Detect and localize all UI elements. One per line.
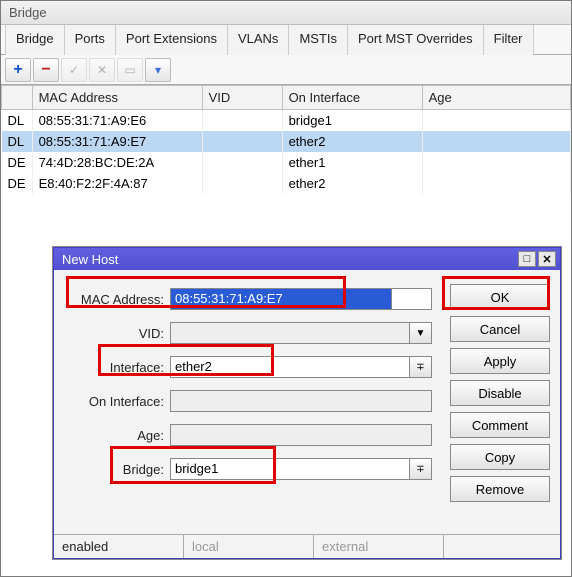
window-title: Bridge: [1, 1, 571, 25]
comment-button[interactable]: Comment: [450, 412, 550, 438]
triangle-down-icon: ▼: [416, 328, 426, 339]
toolbar: + − ✓ ✕ ▭ ▾: [1, 55, 571, 85]
tab-portext[interactable]: Port Extensions: [116, 25, 228, 55]
cell-oni: ether2: [282, 131, 422, 152]
col-flag[interactable]: [2, 86, 33, 110]
interface-dropdown[interactable]: ∓: [410, 356, 432, 378]
mac-input[interactable]: 08:55:31:71:A9:E7: [170, 288, 392, 310]
age-input: [170, 424, 432, 446]
dialog-statusbar: enabled local external: [54, 534, 560, 558]
cell-vid: [202, 110, 282, 132]
cell-mac: 08:55:31:71:A9:E6: [32, 110, 202, 132]
close-icon: ✕: [542, 253, 551, 266]
bridge-label: Bridge:: [64, 462, 164, 477]
minus-icon: −: [41, 61, 50, 79]
cell-mac: E8:40:F2:2F:4A:87: [32, 173, 202, 194]
col-age[interactable]: Age: [422, 86, 570, 110]
enable-button[interactable]: ✓: [61, 58, 87, 82]
vid-input[interactable]: [170, 322, 410, 344]
filter-button[interactable]: ▾: [145, 58, 171, 82]
ok-button[interactable]: OK: [450, 284, 550, 310]
cancel-button[interactable]: Cancel: [450, 316, 550, 342]
dialog-titlebar[interactable]: New Host □ ✕: [54, 248, 560, 270]
chevron-down-icon: ∓: [416, 362, 424, 373]
cell-flag: DL: [2, 110, 33, 132]
table-row[interactable]: DL 08:55:31:71:A9:E7 ether2: [2, 131, 571, 152]
vid-label: VID:: [64, 326, 164, 341]
disable-button[interactable]: ✕: [89, 58, 115, 82]
cell-mac: 74:4D:28:BC:DE:2A: [32, 152, 202, 173]
interface-label: Interface:: [64, 360, 164, 375]
check-icon: ✓: [69, 63, 79, 77]
remove-button[interactable]: −: [33, 58, 59, 82]
chevron-down-icon: ∓: [416, 464, 424, 475]
tab-bridge[interactable]: Bridge: [5, 25, 65, 55]
cell-age: [422, 173, 570, 194]
comment-button[interactable]: ▭: [117, 58, 143, 82]
oninterface-input: [170, 390, 432, 412]
cell-vid: [202, 131, 282, 152]
col-oni[interactable]: On Interface: [282, 86, 422, 110]
table-header: MAC Address VID On Interface Age: [2, 86, 571, 110]
cell-oni: bridge1: [282, 110, 422, 132]
oninterface-label: On Interface:: [64, 394, 164, 409]
tab-mstis[interactable]: MSTIs: [289, 25, 348, 55]
tab-filter[interactable]: Filter: [484, 25, 534, 55]
cell-age: [422, 131, 570, 152]
add-button[interactable]: +: [5, 58, 31, 82]
remove-button[interactable]: Remove: [450, 476, 550, 502]
mac-suffix[interactable]: [392, 288, 432, 310]
dialog-buttons: OK Cancel Apply Disable Comment Copy Rem…: [450, 284, 550, 514]
col-mac[interactable]: MAC Address: [32, 86, 202, 110]
interface-input[interactable]: ether2: [170, 356, 410, 378]
tab-pmstov[interactable]: Port MST Overrides: [348, 25, 484, 55]
dialog-form: MAC Address: 08:55:31:71:A9:E7 VID: ▼ In…: [64, 282, 432, 514]
funnel-icon: ▾: [155, 63, 161, 77]
cell-oni: ether1: [282, 152, 422, 173]
tab-vlans[interactable]: VLANs: [228, 25, 289, 55]
disable-button[interactable]: Disable: [450, 380, 550, 406]
table-row[interactable]: DE 74:4D:28:BC:DE:2A ether1: [2, 152, 571, 173]
tab-ports[interactable]: Ports: [65, 25, 116, 55]
x-icon: ✕: [97, 63, 107, 77]
status-enabled: enabled: [54, 535, 184, 558]
bridge-dropdown[interactable]: ∓: [410, 458, 432, 480]
dialog-body: MAC Address: 08:55:31:71:A9:E7 VID: ▼ In…: [54, 270, 560, 522]
copy-button[interactable]: Copy: [450, 444, 550, 470]
dialog-title: New Host: [62, 252, 118, 267]
cell-flag: DL: [2, 131, 33, 152]
bridge-window: Bridge Bridge Ports Port Extensions VLAN…: [0, 0, 572, 577]
col-vid[interactable]: VID: [202, 86, 282, 110]
status-local: local: [184, 535, 314, 558]
cell-age: [422, 110, 570, 132]
apply-button[interactable]: Apply: [450, 348, 550, 374]
vid-dropdown[interactable]: ▼: [410, 322, 432, 344]
square-icon: □: [524, 253, 531, 265]
bridge-input[interactable]: bridge1: [170, 458, 410, 480]
cell-flag: DE: [2, 152, 33, 173]
new-host-dialog: New Host □ ✕ MAC Address: 08:55:31:71:A9…: [53, 247, 561, 559]
tab-bar: Bridge Ports Port Extensions VLANs MSTIs…: [1, 25, 571, 55]
status-external: external: [314, 535, 444, 558]
table-row[interactable]: DL 08:55:31:71:A9:E6 bridge1: [2, 110, 571, 132]
close-button[interactable]: ✕: [538, 251, 556, 267]
table-row[interactable]: DE E8:40:F2:2F:4A:87 ether2: [2, 173, 571, 194]
age-label: Age:: [64, 428, 164, 443]
note-icon: ▭: [124, 63, 135, 77]
cell-age: [422, 152, 570, 173]
cell-vid: [202, 152, 282, 173]
cell-flag: DE: [2, 173, 33, 194]
maximize-button[interactable]: □: [518, 251, 536, 267]
plus-icon: +: [13, 61, 22, 79]
cell-mac: 08:55:31:71:A9:E7: [32, 131, 202, 152]
mac-label: MAC Address:: [64, 292, 164, 307]
host-table[interactable]: MAC Address VID On Interface Age DL 08:5…: [1, 85, 571, 194]
cell-vid: [202, 173, 282, 194]
cell-oni: ether2: [282, 173, 422, 194]
